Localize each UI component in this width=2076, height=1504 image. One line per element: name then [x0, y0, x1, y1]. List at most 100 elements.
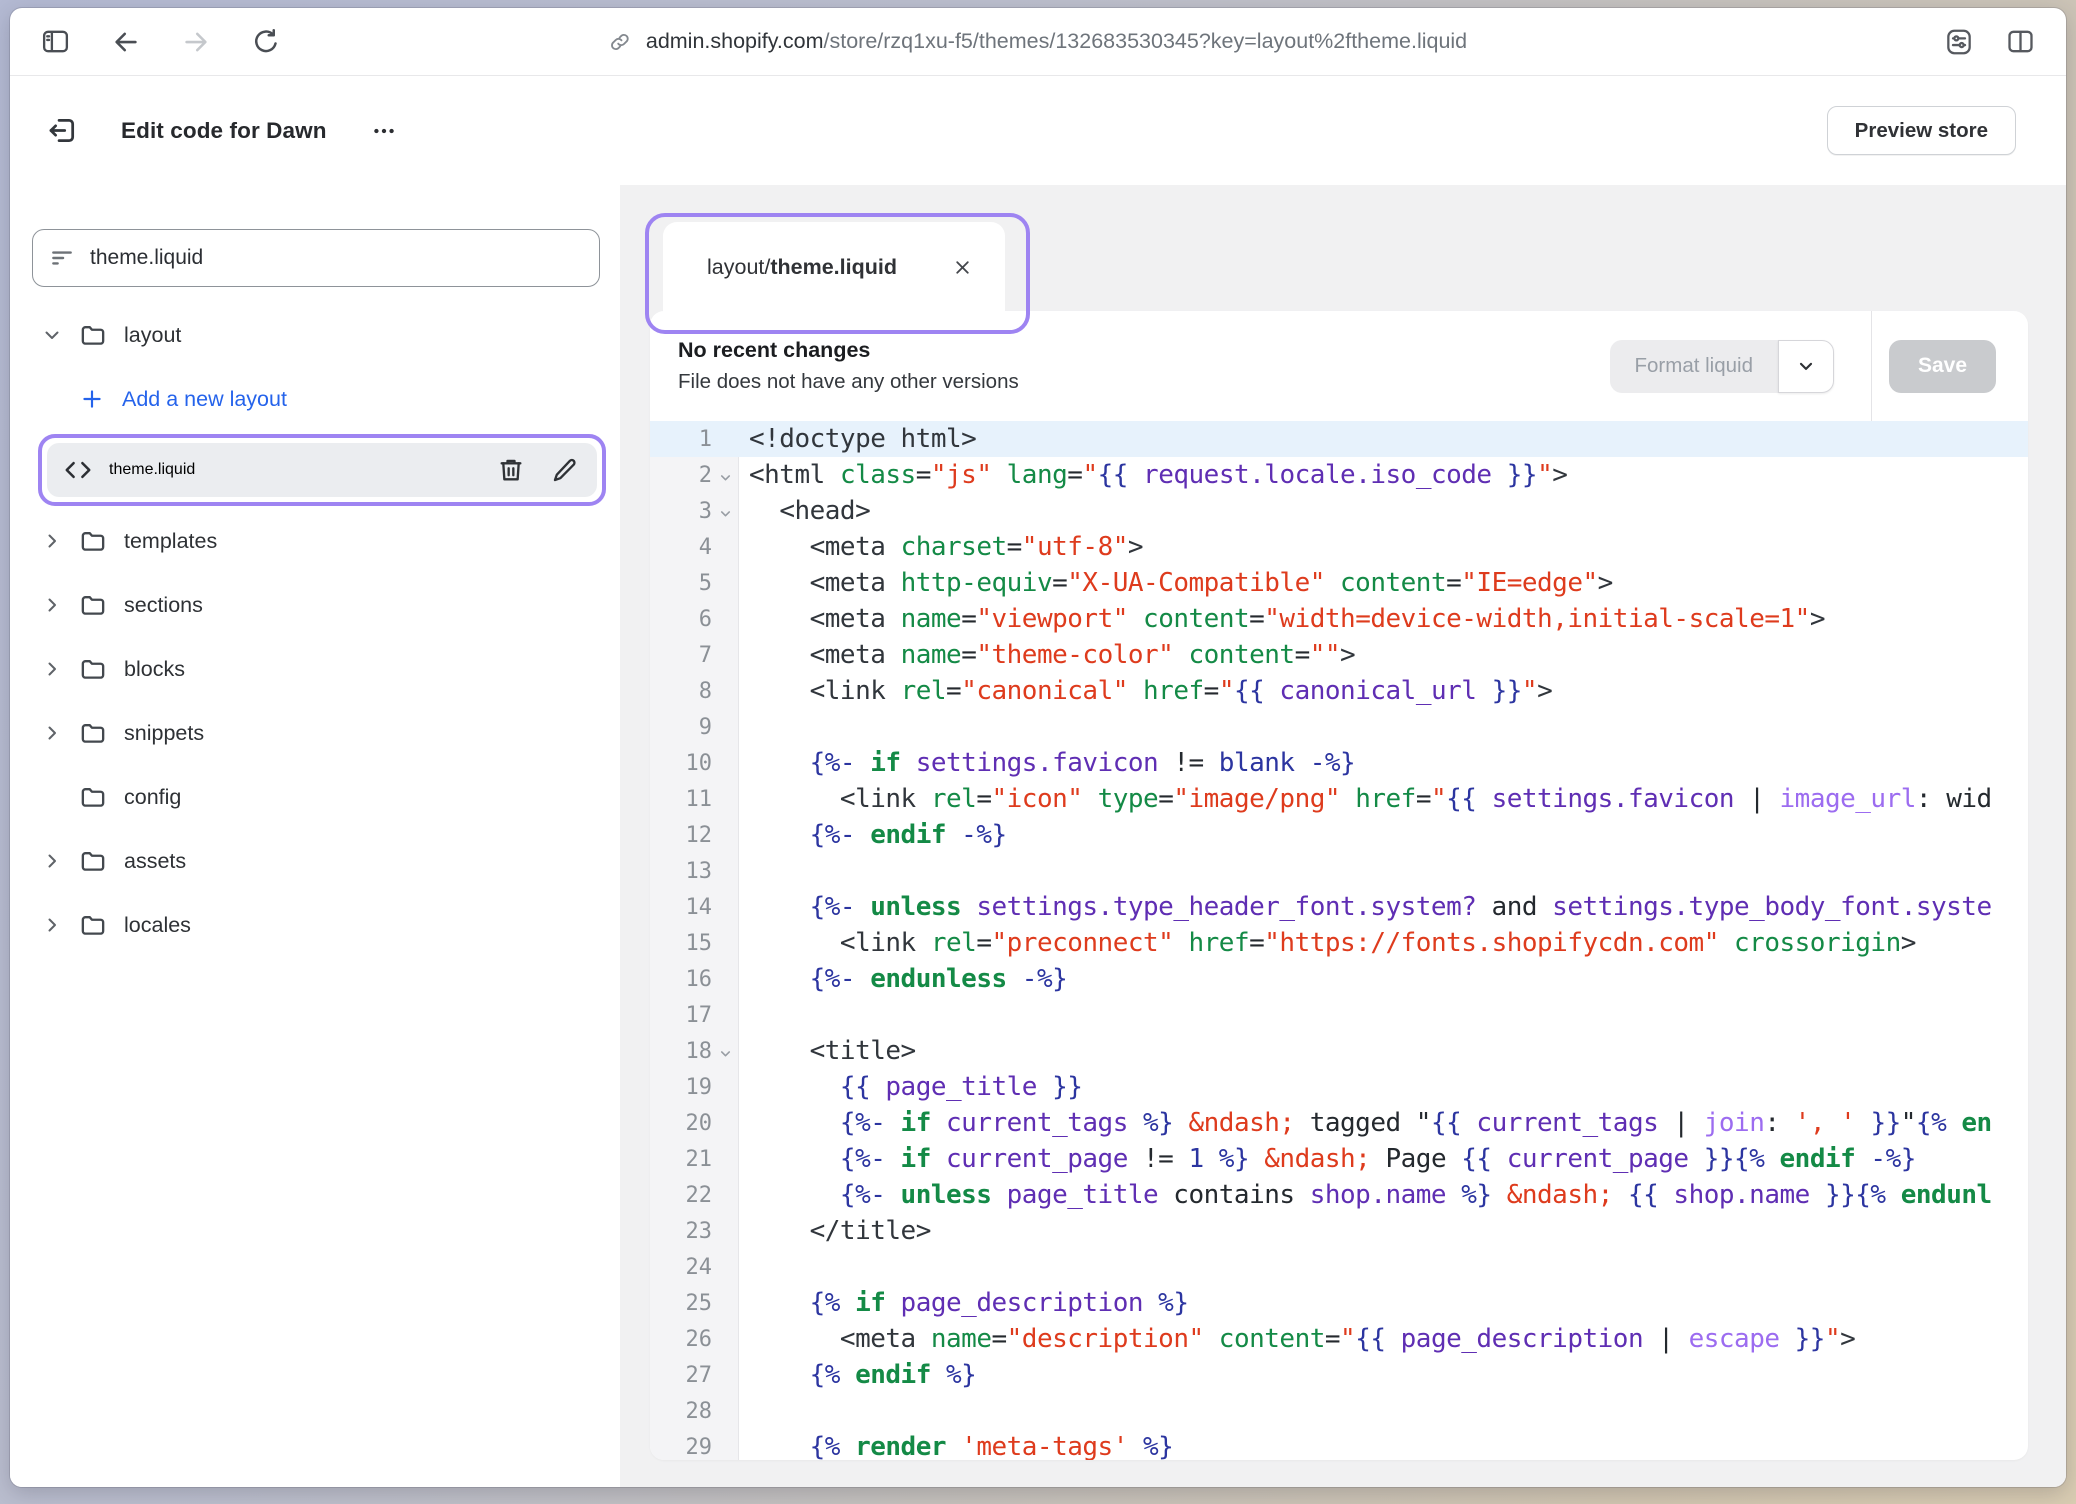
reload-icon[interactable] — [251, 27, 281, 57]
code-line-1[interactable]: 1<!doctype html> — [650, 421, 2028, 457]
sidebar-item-sections[interactable]: sections — [10, 573, 620, 637]
format-liquid-button[interactable]: Format liquid — [1610, 340, 1779, 393]
folder-icon — [79, 719, 107, 747]
browser-window: admin.shopify.com/store/rzq1xu-f5/themes… — [10, 8, 2066, 1487]
line-number: 21 — [650, 1147, 712, 1172]
code-line-27[interactable]: 27 {% endif %} — [650, 1357, 2028, 1393]
code-line-9[interactable]: 9 — [650, 709, 2028, 745]
code-line-24[interactable]: 24 — [650, 1249, 2028, 1285]
chevron-right-icon[interactable] — [40, 721, 66, 745]
forward-icon[interactable] — [181, 27, 211, 57]
code-line-19[interactable]: 19 {{ page_title }} — [650, 1069, 2028, 1105]
url-domain: admin.shopify.com — [646, 29, 824, 53]
code-line-12[interactable]: 12 {%- endif -%} — [650, 817, 2028, 853]
file-search-box[interactable] — [32, 229, 600, 287]
code-line-16[interactable]: 16 {%- endunless -%} — [650, 961, 2028, 997]
line-number: 19 — [650, 1075, 712, 1100]
fold-toggle-icon[interactable] — [712, 1046, 739, 1061]
tab-theme-liquid[interactable]: layout/theme.liquid — [663, 222, 1005, 312]
code-line-7[interactable]: 7 <meta name="theme-color" content=""> — [650, 637, 2028, 673]
code-line-18[interactable]: 18 <title> — [650, 1033, 2028, 1069]
more-actions-icon[interactable] — [371, 118, 397, 144]
sidebar-item-snippets[interactable]: snippets — [10, 701, 620, 765]
code-line-14[interactable]: 14 {%- unless settings.type_header_font.… — [650, 889, 2028, 925]
pencil-icon[interactable] — [551, 456, 579, 484]
line-number: 20 — [650, 1111, 712, 1136]
sidebar-item-layout[interactable]: layout — [10, 303, 620, 367]
sidebar-item-theme-liquid[interactable]: theme.liquid — [47, 443, 597, 497]
code-line-text: <meta name="description" content="{{ pag… — [739, 1324, 1855, 1354]
line-number: 16 — [650, 967, 712, 992]
code-line-21[interactable]: 21 {%- if current_page != 1 %} &ndash; P… — [650, 1141, 2028, 1177]
trash-icon[interactable] — [497, 456, 525, 484]
sidebar-panel-icon[interactable] — [40, 26, 71, 57]
chevron-right-icon[interactable] — [40, 913, 66, 937]
sidebar-item-locales[interactable]: locales — [10, 893, 620, 957]
folder-icon — [79, 911, 107, 939]
code-line-8[interactable]: 8 <link rel="canonical" href="{{ canonic… — [650, 673, 2028, 709]
line-number: 29 — [650, 1435, 712, 1460]
code-line-20[interactable]: 20 {%- if current_tags %} &ndash; tagged… — [650, 1105, 2028, 1141]
sidebar-item-assets[interactable]: assets — [10, 829, 620, 893]
code-line-2[interactable]: 2<html class="js" lang="{{ request.local… — [650, 457, 2028, 493]
sidebar-item-templates[interactable]: templates — [10, 509, 620, 573]
save-button[interactable]: Save — [1889, 340, 1996, 393]
split-view-icon[interactable] — [2005, 26, 2036, 57]
fold-toggle-icon[interactable] — [712, 506, 739, 521]
exit-icon[interactable] — [46, 114, 79, 147]
code-line-11[interactable]: 11 <link rel="icon" type="image/png" hre… — [650, 781, 2028, 817]
code-line-5[interactable]: 5 <meta http-equiv="X-UA-Compatible" con… — [650, 565, 2028, 601]
line-number: 9 — [650, 715, 712, 740]
code-line-25[interactable]: 25 {% if page_description %} — [650, 1285, 2028, 1321]
code-line-15[interactable]: 15 <link rel="preconnect" href="https://… — [650, 925, 2028, 961]
chevron-right-icon[interactable] — [40, 849, 66, 873]
code-line-text: <!doctype html> — [739, 424, 976, 454]
line-number: 26 — [650, 1327, 712, 1352]
editor-panel: layout/theme.liquid No recent changes Fi… — [620, 185, 2066, 1487]
code-line-17[interactable]: 17 — [650, 997, 2028, 1033]
code-line-10[interactable]: 10 {%- if settings.favicon != blank -%} — [650, 745, 2028, 781]
code-line-text: <link rel="canonical" href="{{ canonical… — [739, 676, 1552, 706]
code-line-22[interactable]: 22 {%- unless page_title contains shop.n… — [650, 1177, 2028, 1213]
code-line-6[interactable]: 6 <meta name="viewport" content="width=d… — [650, 601, 2028, 637]
tab-label: layout/theme.liquid — [707, 255, 897, 280]
line-number: 17 — [650, 1003, 712, 1028]
sidebar-item-blocks[interactable]: blocks — [10, 637, 620, 701]
add-new-layout-button[interactable]: Add a new layout — [10, 367, 620, 431]
close-icon[interactable] — [952, 257, 973, 278]
page-title: Edit code for Dawn — [121, 118, 327, 144]
code-line-text: <title> — [739, 1036, 916, 1066]
code-line-13[interactable]: 13 — [650, 853, 2028, 889]
chevron-down-icon — [1796, 356, 1816, 376]
code-lines: 1<!doctype html>2<html class="js" lang="… — [650, 421, 2028, 1460]
code-line-26[interactable]: 26 <meta name="description" content="{{ … — [650, 1321, 2028, 1357]
code-line-3[interactable]: 3 <head> — [650, 493, 2028, 529]
chevron-right-icon[interactable] — [40, 529, 66, 553]
chevron-right-icon[interactable] — [40, 657, 66, 681]
code-line-29[interactable]: 29 {% render 'meta-tags' %} — [650, 1429, 2028, 1460]
format-liquid-caret[interactable] — [1778, 340, 1834, 393]
code-editor[interactable]: 1<!doctype html>2<html class="js" lang="… — [650, 421, 2028, 1460]
back-icon[interactable] — [111, 27, 141, 57]
app-header: Edit code for Dawn Preview store — [10, 76, 2066, 185]
line-number: 2 — [650, 463, 712, 488]
editor-card-header: No recent changes File does not have any… — [650, 311, 2028, 421]
line-number: 25 — [650, 1291, 712, 1316]
code-line-23[interactable]: 23 </title> — [650, 1213, 2028, 1249]
code-line-4[interactable]: 4 <meta charset="utf-8"> — [650, 529, 2028, 565]
chevron-down-icon[interactable] — [40, 323, 66, 347]
page-settings-icon[interactable] — [1943, 26, 1975, 58]
address-bar[interactable]: admin.shopify.com/store/rzq1xu-f5/themes… — [609, 8, 1467, 75]
search-input[interactable] — [90, 246, 583, 270]
code-line-28[interactable]: 28 — [650, 1393, 2028, 1429]
code-line-text: <link rel="preconnect" href="https://fon… — [739, 928, 1916, 958]
sidebar-item-label: templates — [124, 529, 217, 554]
fold-toggle-icon[interactable] — [712, 470, 739, 485]
sidebar-item-label: config — [124, 785, 181, 810]
code-line-text: <head> — [739, 496, 870, 526]
preview-store-button[interactable]: Preview store — [1827, 106, 2016, 155]
chevron-right-icon[interactable] — [40, 593, 66, 617]
sidebar-item-config[interactable]: config — [10, 765, 620, 829]
folder-icon — [79, 655, 107, 683]
line-number: 6 — [650, 607, 712, 632]
